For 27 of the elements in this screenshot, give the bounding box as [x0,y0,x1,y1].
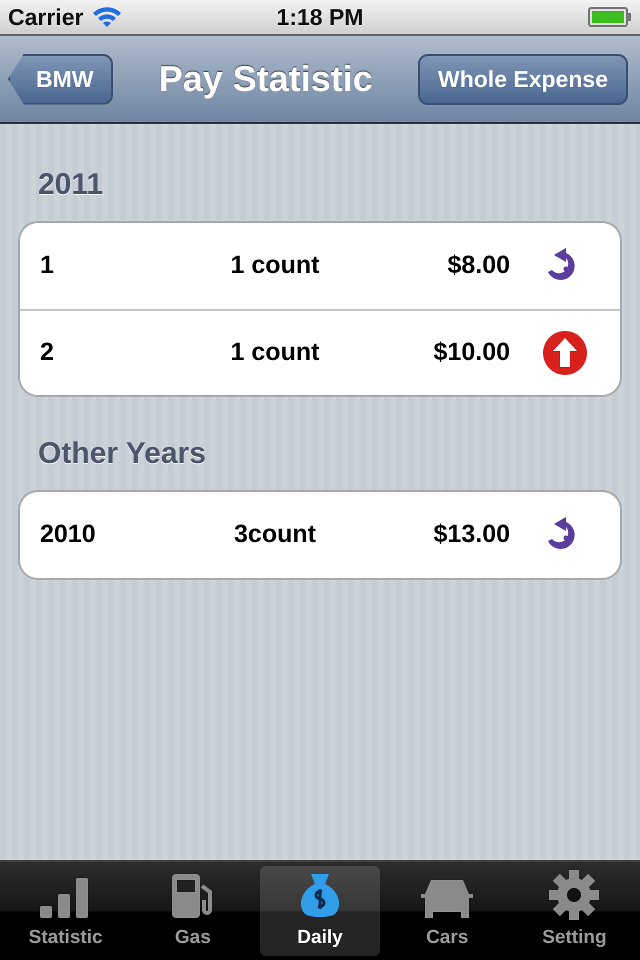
wifi-icon [91,5,124,30]
period-label: 2010 [40,519,97,550]
section-header: Other Years [37,436,207,472]
count-label: 1 count [230,250,320,282]
tab-item[interactable]: Daily [260,866,380,956]
back-button[interactable]: BMW [8,54,114,104]
amount-label: $8.00 [446,250,510,282]
nav-title: Pay Statistic [158,57,373,101]
whole-expense-button[interactable]: Whole Expense [418,54,628,104]
period-label: 2 [40,337,55,368]
amount-label: $10.00 [432,337,510,368]
tab-item[interactable]: Cars [388,866,507,956]
section-header: 2011 [37,167,104,203]
time-label: 1:18 PM [276,3,364,32]
tab-item[interactable]: Setting [514,866,634,956]
amount-label: $13.00 [432,519,510,550]
count-label: 3count [233,519,317,550]
count-label: 1 count [230,337,320,368]
battery-icon [588,6,632,28]
gear-icon [549,870,600,920]
tab-item[interactable]: Statistic [6,866,126,956]
table-row[interactable]: 2010 3count $13.00 [20,492,620,578]
tab-item[interactable]: Gas [133,866,252,956]
carrier-label: Carrier [8,3,84,32]
table-row[interactable]: 1 1 count $8.00 [20,223,620,309]
table-row[interactable]: 2 1 count $10.00 [20,309,620,395]
period-label: 1 [40,250,55,282]
